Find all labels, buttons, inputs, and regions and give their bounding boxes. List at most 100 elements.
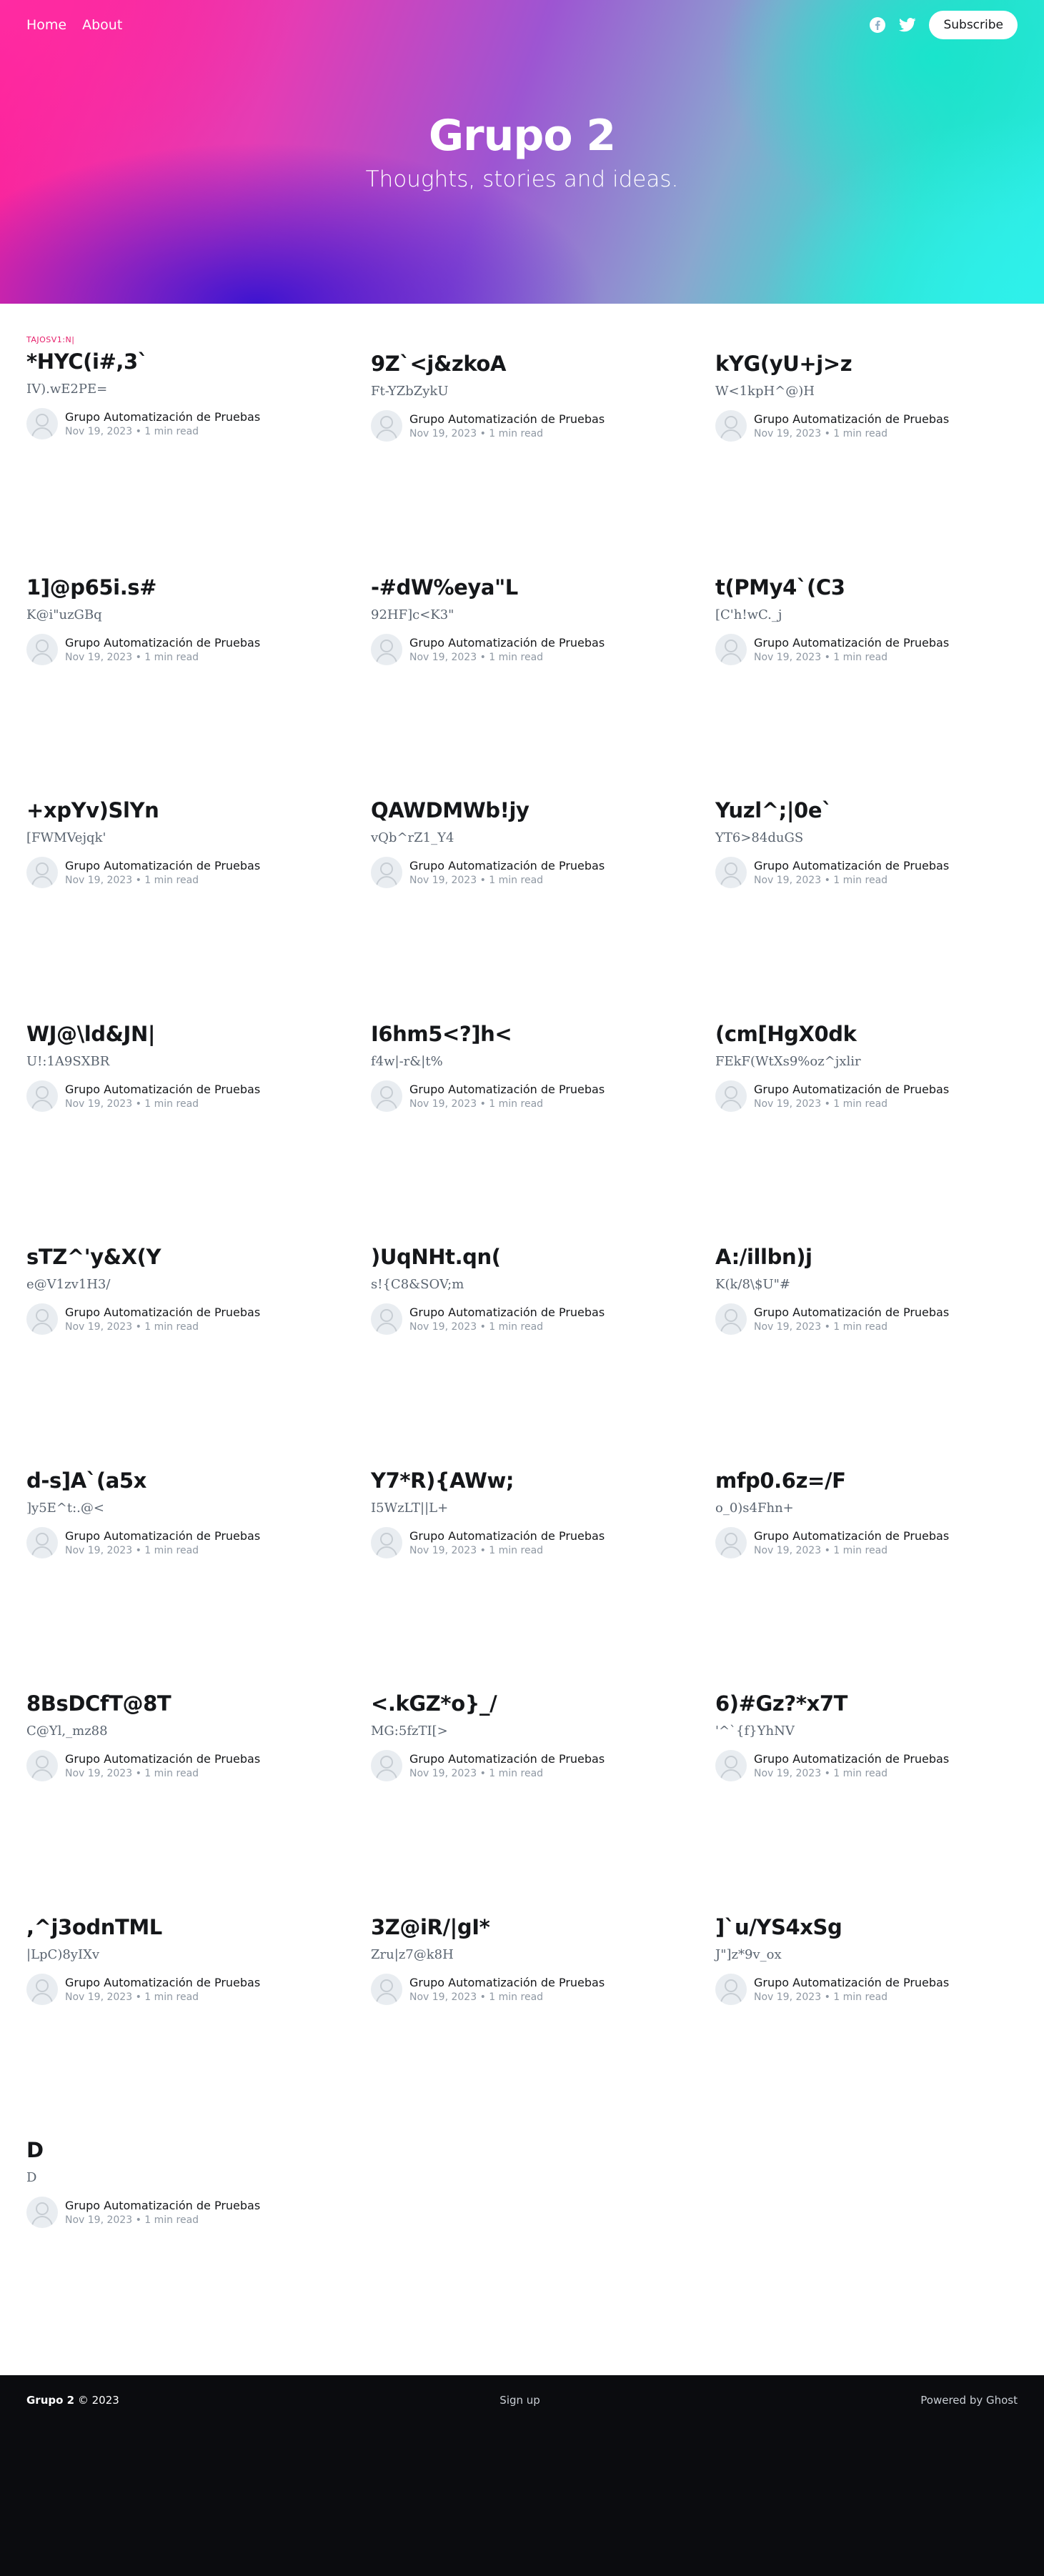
avatar-icon[interactable]	[371, 857, 402, 889]
post-card[interactable]: t(PMy4`(C3 [C'h!wC._j Grupo Automatizaci…	[715, 559, 1033, 782]
post-card[interactable]: I6hm5<?]h< f4w|-r&|t% Grupo Automatizaci…	[371, 1005, 689, 1229]
post-excerpt[interactable]: s!{C8&SOV;m	[371, 1277, 689, 1292]
post-card[interactable]: sTZ^'y&X(Y e@V1zv1H3/ Grupo Automatizaci…	[26, 1228, 344, 1452]
avatar-icon[interactable]	[371, 633, 402, 665]
post-excerpt[interactable]: I5WzLT||L+	[371, 1501, 689, 1516]
avatar-icon[interactable]	[371, 410, 402, 442]
post-card[interactable]: kYG(yU+j>z W<1kpH^@)H Grupo Automatizaci…	[715, 335, 1033, 559]
post-excerpt[interactable]: U!:1A9SXBR	[26, 1054, 344, 1069]
twitter-icon[interactable]	[899, 16, 916, 34]
post-author[interactable]: Grupo Automatización de Pruebas	[754, 1529, 949, 1543]
post-author[interactable]: Grupo Automatización de Pruebas	[409, 636, 605, 650]
post-card[interactable]: QAWDMWb!jy vQb^rZ1_Y4 Grupo Automatizaci…	[371, 782, 689, 1005]
post-card[interactable]: mfp0.6z=/F o_0)s4Fhn+ Grupo Automatizaci…	[715, 1452, 1033, 1676]
post-excerpt[interactable]: o_0)s4Fhn+	[715, 1501, 1033, 1516]
post-excerpt[interactable]: f4w|-r&|t%	[371, 1054, 689, 1069]
avatar-icon[interactable]	[715, 1080, 747, 1112]
post-excerpt[interactable]: MG:5fzTI[>	[371, 1724, 689, 1739]
post-title[interactable]: A:/illbn)j	[715, 1244, 1033, 1270]
post-author[interactable]: Grupo Automatización de Pruebas	[409, 1976, 605, 1989]
post-title[interactable]: -#dW%eya"L	[371, 575, 689, 600]
post-title[interactable]: t(PMy4`(C3	[715, 575, 1033, 600]
post-author[interactable]: Grupo Automatización de Pruebas	[409, 1306, 605, 1319]
post-excerpt[interactable]: [FWMVejqk'	[26, 830, 344, 845]
post-excerpt[interactable]: vQb^rZ1_Y4	[371, 830, 689, 845]
post-excerpt[interactable]: C@Yl,_mz88	[26, 1724, 344, 1739]
post-author[interactable]: Grupo Automatización de Pruebas	[409, 1529, 605, 1543]
post-title[interactable]: D	[26, 2137, 344, 2163]
post-card[interactable]: WJ@\ld&JN| U!:1A9SXBR Grupo Automatizaci…	[26, 1005, 344, 1229]
post-title[interactable]: kYG(yU+j>z	[715, 351, 1033, 377]
post-excerpt[interactable]: '^`{f}YhNV	[715, 1724, 1033, 1739]
post-card[interactable]: 8BsDCfT@8T C@Yl,_mz88 Grupo Automatizaci…	[26, 1675, 344, 1899]
avatar-icon[interactable]	[715, 410, 747, 442]
post-tag[interactable]: TAJOSV1:N|	[26, 335, 344, 344]
avatar-icon[interactable]	[371, 1303, 402, 1336]
nav-home-link[interactable]: Home	[26, 17, 66, 33]
post-card[interactable]: ]`u/YS4xSg J"]z*9v_ox Grupo Automatizaci…	[715, 1899, 1033, 2122]
post-excerpt[interactable]: YT6>84duGS	[715, 830, 1033, 845]
post-title[interactable]: sTZ^'y&X(Y	[26, 1244, 344, 1270]
post-title[interactable]: mfp0.6z=/F	[715, 1468, 1033, 1493]
avatar-icon[interactable]	[715, 1303, 747, 1336]
post-excerpt[interactable]: 92HF]c<K3"	[371, 607, 689, 622]
post-title[interactable]: Y7*R){AWw;	[371, 1468, 689, 1493]
post-excerpt[interactable]: ]y5E^t:.@<	[26, 1501, 344, 1516]
post-excerpt[interactable]: Zru|z7@k8H	[371, 1947, 689, 1962]
avatar-icon[interactable]	[371, 1526, 402, 1558]
avatar-icon[interactable]	[26, 1303, 58, 1336]
post-card[interactable]: Yuzl^;|0e` YT6>84duGS Grupo Automatizaci…	[715, 782, 1033, 1005]
avatar-icon[interactable]	[26, 408, 58, 440]
post-author[interactable]: Grupo Automatización de Pruebas	[409, 412, 605, 426]
avatar-icon[interactable]	[26, 1080, 58, 1112]
post-card[interactable]: A:/illbn)j K(k/8\$U"# Grupo Automatizaci…	[715, 1228, 1033, 1452]
post-card[interactable]: )UqNHt.qn( s!{C8&SOV;m Grupo Automatizac…	[371, 1228, 689, 1452]
post-title[interactable]: QAWDMWb!jy	[371, 797, 689, 823]
post-author[interactable]: Grupo Automatización de Pruebas	[754, 1976, 949, 1989]
post-author[interactable]: Grupo Automatización de Pruebas	[65, 1083, 260, 1096]
post-card[interactable]: d-s]A`(a5x ]y5E^t:.@< Grupo Automatizaci…	[26, 1452, 344, 1676]
post-card[interactable]: +xpYv)SlYn [FWMVejqk' Grupo Automatizaci…	[26, 782, 344, 1005]
post-card[interactable]: (cm[HgX0dk FEkF(WtXs9%oz^jxlir Grupo Aut…	[715, 1005, 1033, 1229]
post-author[interactable]: Grupo Automatización de Pruebas	[409, 859, 605, 872]
post-card[interactable]: ,^j3odnTML |LpC)8yIXv Grupo Automatizaci…	[26, 1899, 344, 2122]
avatar-icon[interactable]	[26, 1973, 58, 2005]
post-author[interactable]: Grupo Automatización de Pruebas	[409, 1083, 605, 1096]
avatar-icon[interactable]	[26, 1750, 58, 1782]
post-card[interactable]: Y7*R){AWw; I5WzLT||L+ Grupo Automatizaci…	[371, 1452, 689, 1676]
post-title[interactable]: 8BsDCfT@8T	[26, 1691, 344, 1716]
post-card[interactable]: TAJOSV1:N| *HYC(i#,3` IV).wE2PE= Grupo A…	[26, 335, 344, 559]
post-title[interactable]: *HYC(i#,3`	[26, 349, 344, 374]
post-excerpt[interactable]: K(k/8\$U"#	[715, 1277, 1033, 1292]
post-title[interactable]: ]`u/YS4xSg	[715, 1914, 1033, 1940]
post-card[interactable]: -#dW%eya"L 92HF]c<K3" Grupo Automatizaci…	[371, 559, 689, 782]
post-author[interactable]: Grupo Automatización de Pruebas	[409, 1752, 605, 1766]
post-title[interactable]: ,^j3odnTML	[26, 1914, 344, 1940]
post-author[interactable]: Grupo Automatización de Pruebas	[65, 1976, 260, 1989]
post-author[interactable]: Grupo Automatización de Pruebas	[754, 859, 949, 872]
post-author[interactable]: Grupo Automatización de Pruebas	[65, 1306, 260, 1319]
avatar-icon[interactable]	[715, 1526, 747, 1558]
avatar-icon[interactable]	[26, 633, 58, 665]
post-author[interactable]: Grupo Automatización de Pruebas	[65, 859, 260, 872]
subscribe-button[interactable]: Subscribe	[929, 11, 1018, 39]
post-excerpt[interactable]: FEkF(WtXs9%oz^jxlir	[715, 1054, 1033, 1069]
post-author[interactable]: Grupo Automatización de Pruebas	[65, 1752, 260, 1766]
avatar-icon[interactable]	[371, 1080, 402, 1112]
post-card[interactable]: <.kGZ*o}_/ MG:5fzTI[> Grupo Automatizaci…	[371, 1675, 689, 1899]
facebook-icon[interactable]	[869, 16, 886, 34]
post-title[interactable]: (cm[HgX0dk	[715, 1021, 1033, 1047]
post-card[interactable]: D D Grupo Automatización de Pruebas Nov …	[26, 2122, 344, 2345]
post-excerpt[interactable]: |LpC)8yIXv	[26, 1947, 344, 1962]
avatar-icon[interactable]	[715, 1750, 747, 1782]
post-title[interactable]: Yuzl^;|0e`	[715, 797, 1033, 823]
post-title[interactable]: +xpYv)SlYn	[26, 797, 344, 823]
post-card[interactable]: 1]@p65i.s# K@i"uzGBq Grupo Automatizació…	[26, 559, 344, 782]
post-author[interactable]: Grupo Automatización de Pruebas	[65, 1529, 260, 1543]
post-excerpt[interactable]: D	[26, 2170, 344, 2185]
post-card[interactable]: 6)#Gz?*x7T '^`{f}YhNV Grupo Automatizaci…	[715, 1675, 1033, 1899]
post-title[interactable]: d-s]A`(a5x	[26, 1468, 344, 1493]
post-author[interactable]: Grupo Automatización de Pruebas	[65, 636, 260, 650]
avatar-icon[interactable]	[371, 1973, 402, 2005]
post-title[interactable]: 9Z`<j&zkoA	[371, 351, 689, 377]
